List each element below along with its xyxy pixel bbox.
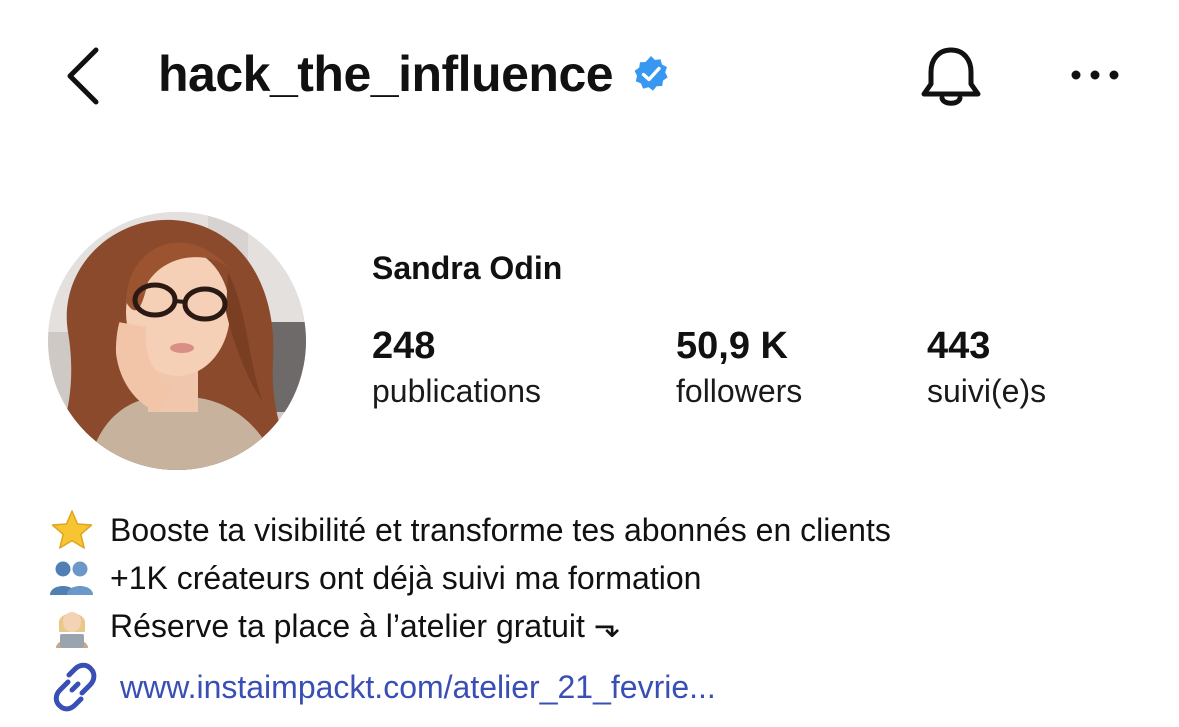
profile-photo[interactable]	[48, 212, 306, 470]
star-icon	[48, 508, 96, 552]
stat-label: suivi(e)s	[927, 373, 1047, 409]
verified-badge-icon	[634, 56, 668, 91]
bio-text: Booste ta visibilité et transforme tes a…	[110, 512, 891, 548]
profile-photo-image	[48, 212, 306, 470]
people-icon	[48, 556, 96, 600]
stat-value: 50,9 K	[676, 325, 788, 367]
stat-publications[interactable]: 248 publications	[372, 322, 541, 412]
link-icon	[53, 662, 97, 712]
stat-value: 443	[927, 325, 991, 367]
stat-label: publications	[372, 373, 541, 409]
more-horizontal-icon[interactable]	[1068, 60, 1122, 90]
chevron-left-icon[interactable]	[62, 44, 104, 108]
bio-line: Booste ta visibilité et transforme tes a…	[48, 506, 1148, 554]
username-heading: hack_the_influence	[158, 44, 671, 104]
display-name: Sandra Odin	[372, 250, 563, 286]
bio-line: +1K créateurs ont déjà suivi ma formatio…	[48, 554, 1148, 602]
username-text: hack_the_influence	[158, 46, 614, 102]
bio-text: +1K créateurs ont déjà suivi ma formatio…	[110, 560, 702, 596]
link-text: www.instaimpackt.com/atelier_21_fevrie..…	[120, 669, 716, 705]
profile-header: hack_the_influence	[0, 0, 1179, 150]
bell-icon[interactable]	[918, 44, 984, 110]
bio: Booste ta visibilité et transforme tes a…	[48, 506, 1148, 650]
bio-line: Réserve ta place à l’atelier gratuit ⬎	[48, 602, 1148, 650]
woman-laptop-icon	[48, 604, 96, 648]
bio-text: Réserve ta place à l’atelier gratuit ⬎	[110, 608, 621, 644]
website-link[interactable]: www.instaimpackt.com/atelier_21_fevrie..…	[48, 660, 716, 714]
stat-label: followers	[676, 373, 803, 409]
stat-following[interactable]: 443 suivi(e)s	[927, 322, 1046, 412]
stat-followers[interactable]: 50,9 K followers	[676, 322, 802, 412]
stat-value: 248	[372, 325, 436, 367]
